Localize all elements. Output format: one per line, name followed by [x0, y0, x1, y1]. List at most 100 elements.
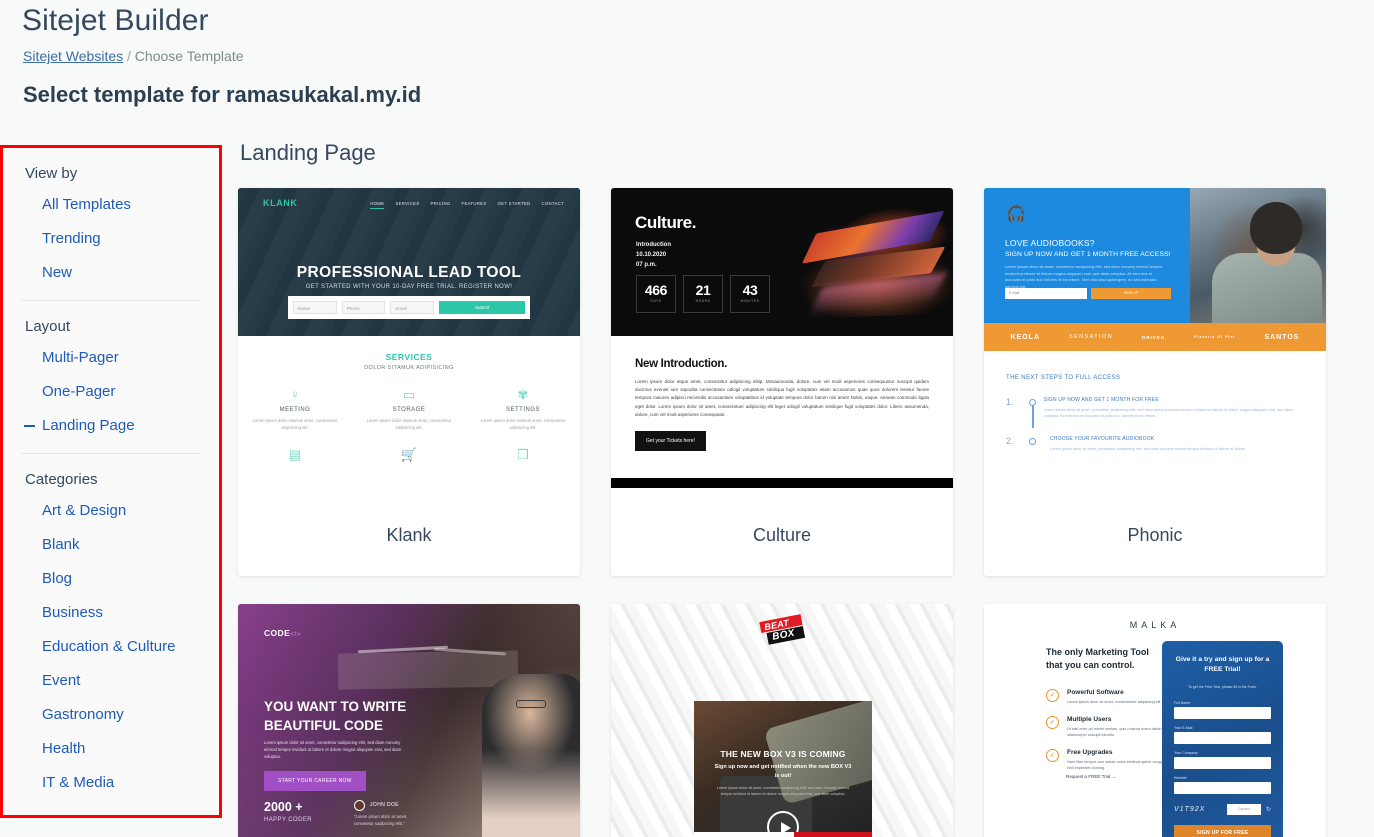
klank-email-field: Email	[390, 301, 435, 314]
culture-body: New Introduction. Lorem ipsum dolor atqu…	[611, 336, 953, 452]
page-title: Select template for ramasukakal.my.id	[23, 82, 422, 107]
malka-form-subtitle: To get the Free Trial, please fill in th…	[1187, 685, 1258, 689]
template-card-phonic[interactable]: 🎧 PHO NIC LOVE AUDIOBOOKS? SIGN UP NOW A…	[984, 188, 1326, 576]
section-title: Landing Page	[240, 140, 376, 165]
phonic-brand-santos: SANTOS	[1264, 333, 1300, 341]
code-desk	[337, 650, 519, 690]
klank-name-field: Name	[293, 301, 337, 314]
template-card-culture[interactable]: Culture. Introduction 10.10.2020 07 p.m.…	[611, 188, 953, 576]
klank-service-storage-title: STORAGE	[392, 407, 426, 413]
malka-feature-1-desc: Lorem ipsum dolor sit amet, consectetuer…	[1067, 700, 1162, 704]
phonic-brand-sensation: SENSATION	[1069, 334, 1113, 340]
sidebar-item-event[interactable]: Event	[3, 664, 219, 698]
glasses-icon	[516, 700, 546, 708]
klank-signup-form: Name Phone Email Submit	[288, 296, 530, 319]
culture-footer-bar	[611, 478, 953, 488]
phonic-step-1-title: SIGN UP NOW AND GET 1 MONTH FOR FREE	[1043, 397, 1159, 403]
lightbulb-icon: ♀	[290, 387, 300, 402]
refresh-icon: ↻	[1265, 807, 1271, 813]
template-card-beatbox[interactable]: BEAT BOX THE NEW BOX V3 IS COMING Sign u…	[611, 604, 953, 837]
phonic-step-2-paragraph: Lorem ipsum dolor sit amet, consetetur s…	[1050, 446, 1246, 451]
klank-nav-services: SERVICES	[395, 200, 420, 206]
wallet-icon: ▤	[288, 447, 302, 462]
template-card-klank[interactable]: KLANK HOME SERVICES PRICING FEATURES GET…	[238, 188, 580, 576]
code-testimonial-quote: "Lorem ipsum dolor sit amet, consetetur …	[354, 814, 408, 826]
code-logo: CODE</>	[264, 628, 301, 638]
sidebar-item-gastronomy[interactable]: Gastronomy	[3, 698, 219, 732]
template-name-culture: Culture	[752, 525, 812, 545]
culture-title: Culture.	[635, 213, 697, 232]
sidebar-item-it-media[interactable]: IT & Media	[3, 766, 219, 800]
beatbox-signup-form: Enter your email address LET ME KNOW	[694, 832, 872, 837]
check-circle-icon: ✓	[1046, 689, 1059, 702]
template-chooser-page: Sitejet Builder Sitejet Websites / Choos…	[0, 0, 1374, 837]
klank-nav-get-started: GET STARTED	[497, 200, 531, 206]
phonic-brand-driven: DRIVEN	[1142, 334, 1166, 340]
klank-service-meeting-title: MEETING	[279, 407, 311, 413]
culture-hero: Culture. Introduction 10.10.2020 07 p.m.…	[611, 188, 953, 336]
culture-section-title: New Introduction.	[635, 358, 728, 370]
template-card-malka[interactable]: MALKA The only Marketing Tool that you c…	[984, 604, 1326, 837]
phonic-person-hair	[1250, 202, 1302, 254]
malka-feature-list: ✓ Powerful Software Lorem ipsum dolor si…	[1046, 678, 1166, 771]
malka-feature-2-desc: Ut wisi enim ad minim veniam, quis nostr…	[1067, 727, 1162, 737]
template-thumbnail-culture: Culture. Introduction 10.10.2020 07 p.m.…	[611, 188, 953, 518]
sidebar-item-art-design[interactable]: Art & Design	[3, 494, 219, 528]
template-grid: KLANK HOME SERVICES PRICING FEATURES GET…	[238, 188, 1374, 837]
klank-nav-pricing: PRICING	[430, 200, 451, 206]
phonic-step-2-dot-icon	[1029, 437, 1036, 445]
beatbox-email-field: Enter your email address	[694, 832, 794, 837]
malka-feature-2-text: Multiple Users Ut wisi enim ad minim ven…	[1067, 716, 1166, 738]
sidebar-item-multi-pager[interactable]: Multi-Pager	[3, 341, 219, 375]
culture-cta-button: Get your Tickets here!	[635, 431, 706, 452]
gear-icon: ✾	[517, 387, 529, 402]
malka-feature-3-title: Free Upgrades	[1067, 749, 1113, 756]
klank-nav-contact: CONTACT	[541, 200, 564, 206]
sidebar-item-blank[interactable]: Blank	[3, 528, 219, 562]
sidebar-item-trending[interactable]: Trending	[3, 222, 219, 256]
malka-input-full-name	[1174, 707, 1271, 719]
culture-meta: Introduction 10.10.2020 07 p.m.	[636, 240, 671, 270]
beatbox-paragraph: Lorem ipsum dolor sit amet, consetetur s…	[716, 786, 850, 797]
code-person	[482, 674, 580, 837]
klank-service-meeting-text: Lorem ipsum dolor sitamuk amet, consecte…	[252, 418, 338, 430]
culture-paragraph: Lorem ipsum dolor atque amet, consectetu…	[635, 379, 929, 417]
template-grid-area: Landing Page KLANK HOME SERVICES PRICING…	[238, 140, 1374, 837]
klank-hero: KLANK HOME SERVICES PRICING FEATURES GET…	[238, 188, 580, 336]
template-thumbnail-code: CODE</> YOU WANT TO WRITE BEAUTIFUL CODE…	[238, 604, 580, 837]
breadcrumb-link-sitejet-websites[interactable]: Sitejet Websites	[23, 48, 123, 64]
code-testimonial-name: JOHN DOE	[370, 802, 400, 808]
check-circle-icon: ✓	[1046, 749, 1059, 762]
phonic-signup-form: E-Mail SIGN UP	[1005, 288, 1171, 299]
sidebar-item-landing-page[interactable]: Landing Page	[3, 409, 219, 443]
malka-feature-3-text: Free Upgrades Nam liber tempor cum solut…	[1067, 749, 1166, 771]
malka-input-website	[1174, 782, 1271, 794]
sidebar-item-health[interactable]: Health	[3, 732, 219, 766]
sidebar-heading-view-by: View by	[25, 165, 78, 182]
sidebar-item-blog[interactable]: Blog	[3, 562, 219, 596]
klank-icon-cart: 🛒	[352, 447, 466, 463]
phonic-step-1-dot-icon	[1029, 399, 1036, 406]
sidebar-item-all-templates[interactable]: All Templates	[3, 188, 219, 222]
template-name-klank: Klank	[386, 525, 432, 545]
sidebar-item-one-pager[interactable]: One-Pager	[3, 375, 219, 409]
sidebar-item-new[interactable]: New	[3, 256, 219, 290]
beatbox-logo: BEAT BOX	[759, 614, 805, 645]
sidebar-item-education-culture[interactable]: Education & Culture	[3, 630, 219, 664]
malka-captcha-row: V1T92X Captcha ↻	[1174, 804, 1271, 815]
malka-feature-1-title: Powerful Software	[1067, 689, 1124, 696]
malka-label-email: Your E-Mail	[1174, 726, 1193, 730]
template-card-code[interactable]: CODE</> YOU WANT TO WRITE BEAUTIFUL CODE…	[238, 604, 580, 837]
malka-label-website: Website	[1174, 776, 1187, 780]
malka-feature-2: ✓ Multiple Users Ut wisi enim ad minim v…	[1046, 716, 1166, 738]
sidebar-item-business[interactable]: Business	[3, 596, 219, 630]
klank-services-title: SERVICES	[385, 352, 433, 362]
klank-icon-copy: ❐	[466, 447, 580, 463]
klank-service-settings-title: SETTINGS	[505, 407, 540, 413]
template-thumbnail-beatbox: BEAT BOX THE NEW BOX V3 IS COMING Sign u…	[611, 604, 953, 837]
klank-service-settings-text: Lorem ipsum dolor sitamuk amet, consecte…	[480, 418, 566, 430]
klank-logo: KLANK	[263, 198, 298, 208]
code-cta-button: START YOUR CAREER NOW	[264, 771, 366, 791]
culture-meta-line3: 07 p.m.	[636, 262, 657, 268]
culture-meta-line1: Introduction	[636, 242, 671, 248]
